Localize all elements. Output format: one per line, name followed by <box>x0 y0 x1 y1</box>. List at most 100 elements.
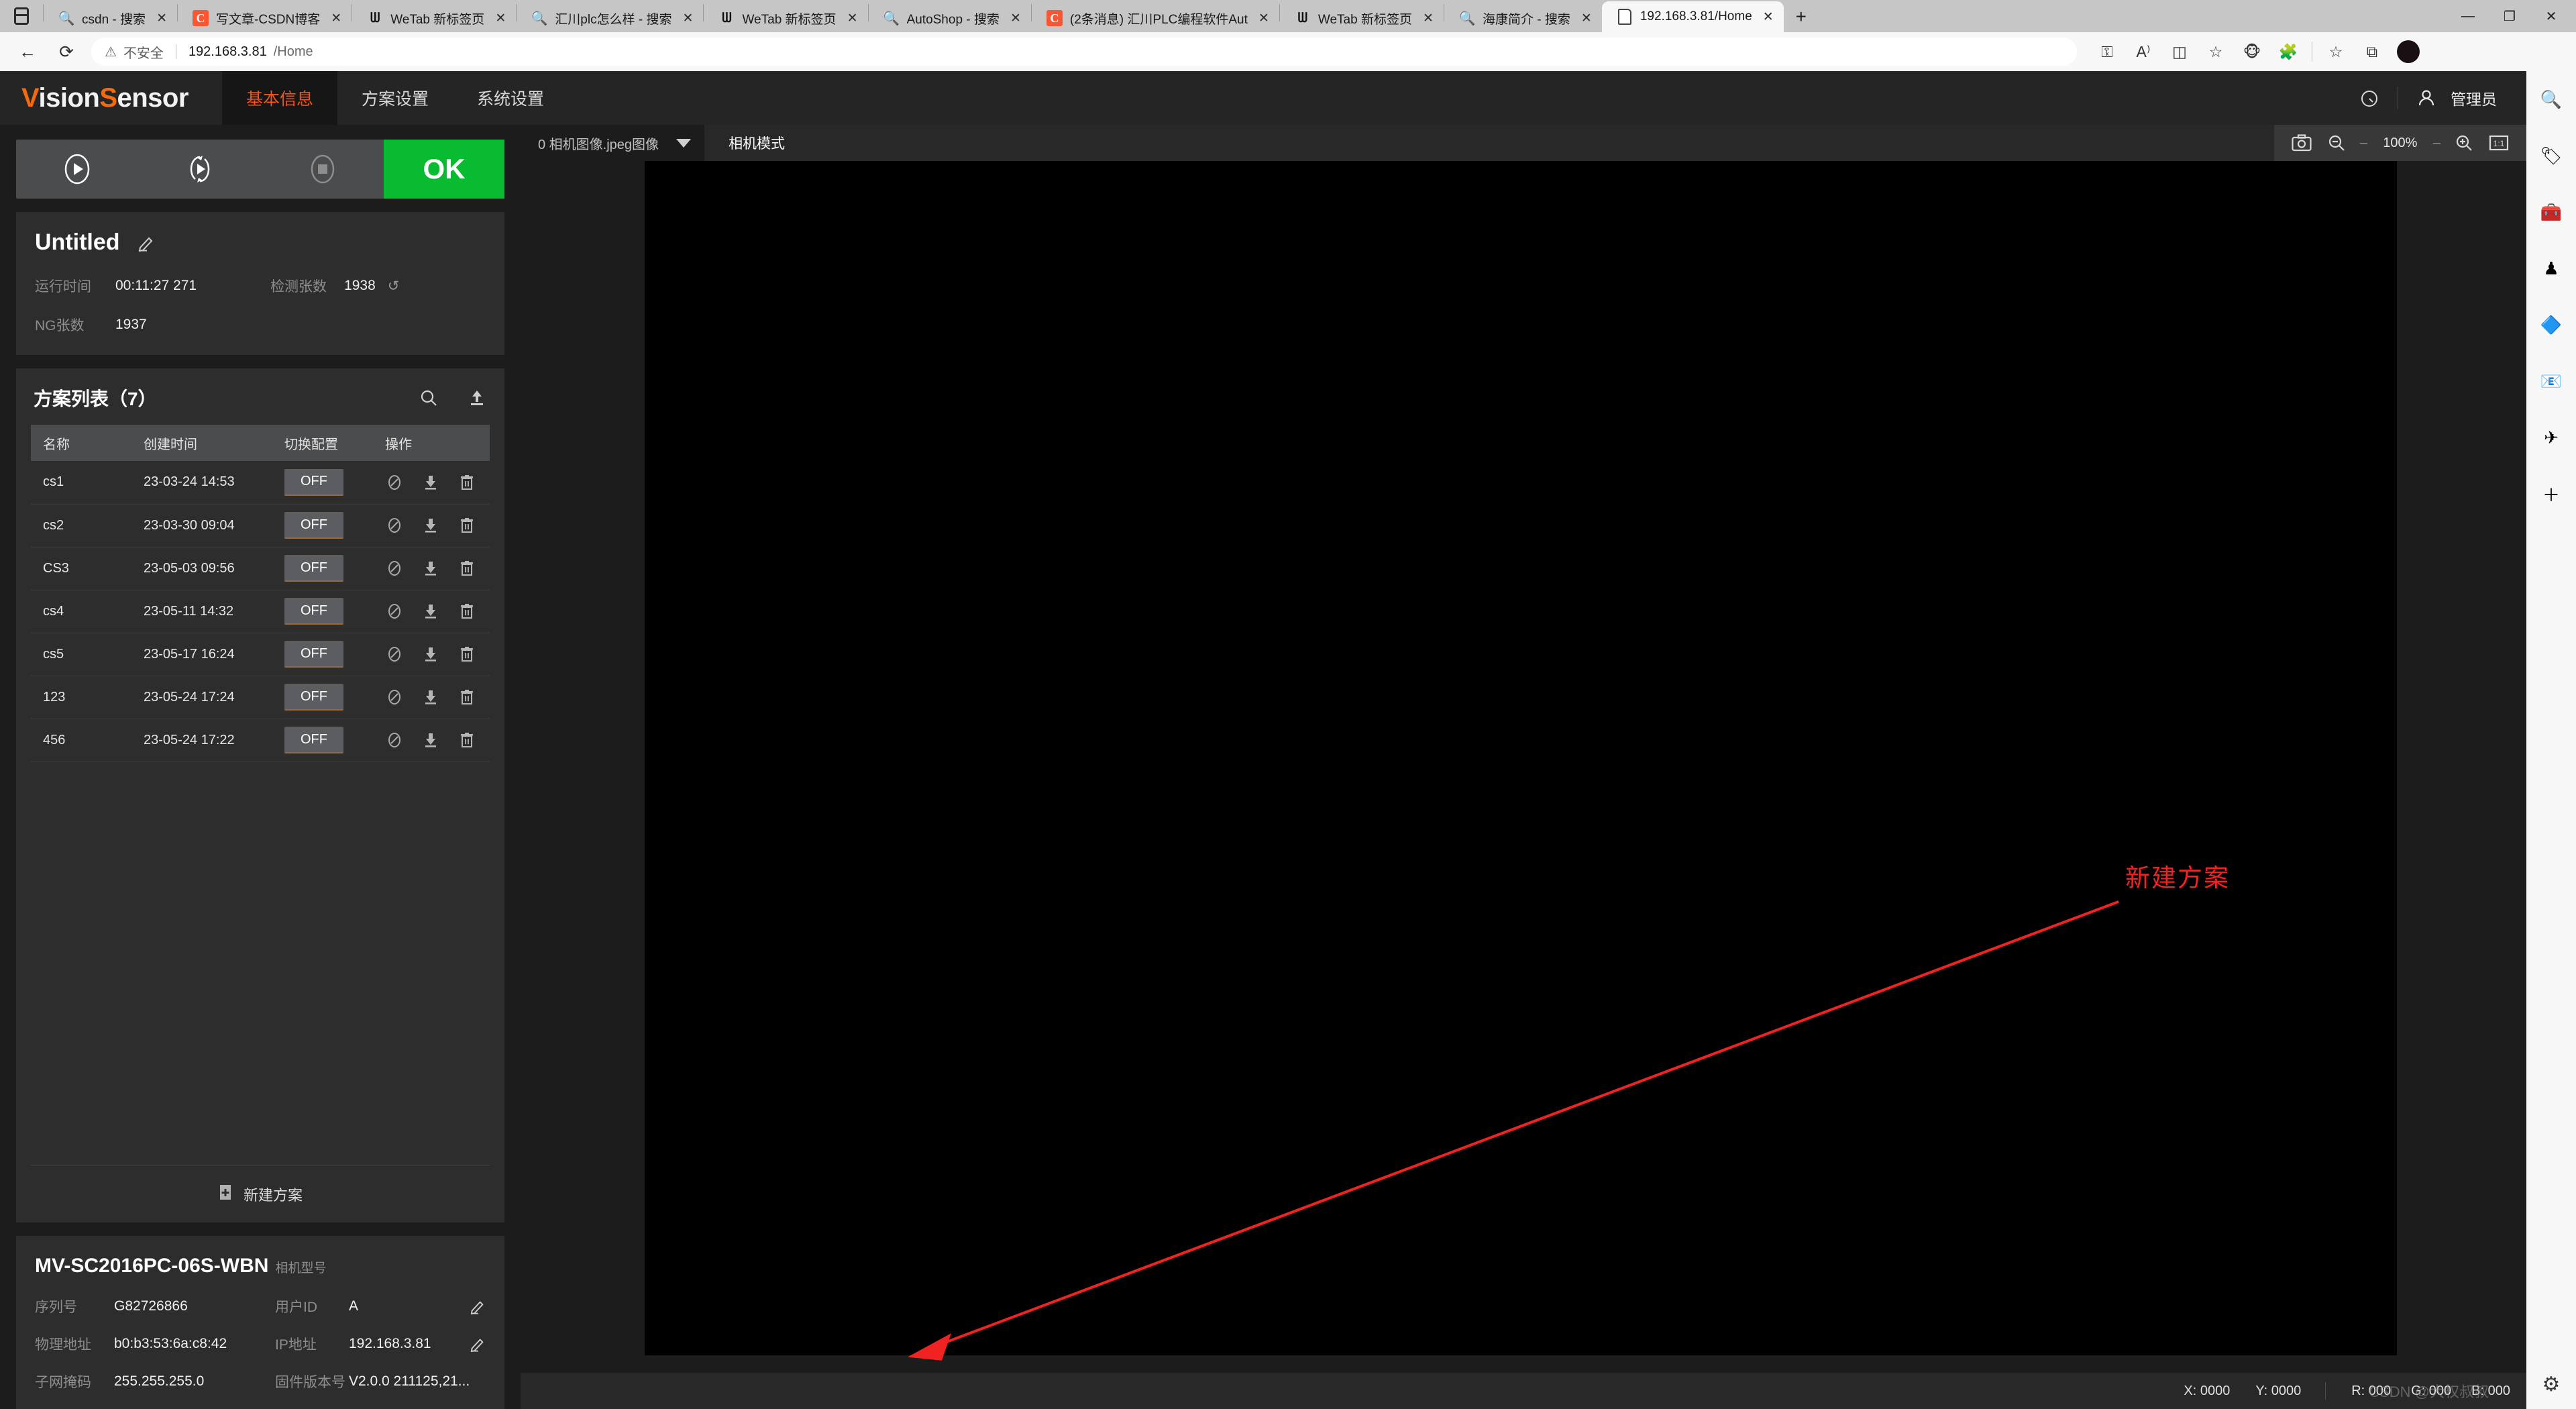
canvas-area[interactable]: 新建方案 <box>521 161 2526 1373</box>
upload-icon[interactable] <box>467 388 487 408</box>
camera-icon[interactable] <box>2290 132 2313 154</box>
browser-tab[interactable]: 🔍 汇川plc怎么样 - 搜索 ✕ <box>517 4 703 32</box>
switch-toggle[interactable]: OFF <box>284 641 343 668</box>
delete-icon[interactable] <box>458 602 476 621</box>
pencil-icon[interactable] <box>138 234 155 252</box>
games-icon[interactable]: ♟ <box>2538 255 2565 282</box>
tab-basic-info[interactable]: 基本信息 <box>221 71 337 125</box>
add-icon[interactable]: ＋ <box>2538 480 2565 507</box>
table-row[interactable]: cs2 23-03-30 09:04 OFF <box>31 504 490 547</box>
download-icon[interactable] <box>421 602 440 621</box>
reload-button[interactable]: ⟳ <box>47 32 86 71</box>
switch-toggle[interactable]: OFF <box>284 727 343 753</box>
table-row[interactable]: cs5 23-05-17 16:24 OFF <box>31 633 490 676</box>
load-icon[interactable] <box>385 645 404 664</box>
close-icon[interactable]: ✕ <box>153 9 170 27</box>
close-icon[interactable]: ✕ <box>1255 9 1273 27</box>
close-icon[interactable]: ✕ <box>1578 9 1595 27</box>
search-icon[interactable] <box>419 388 439 408</box>
delete-icon[interactable] <box>458 645 476 664</box>
triangle-down-icon[interactable] <box>676 138 692 148</box>
table-row[interactable]: cs1 23-03-24 14:53 OFF <box>31 461 490 505</box>
profile-avatar[interactable] <box>2390 34 2426 70</box>
load-icon[interactable] <box>385 559 404 578</box>
load-icon[interactable] <box>385 473 404 492</box>
pencil-icon[interactable] <box>470 1298 486 1315</box>
tools-icon[interactable]: 🧰 <box>2538 199 2565 225</box>
extensions-icon[interactable]: 🧩 <box>2270 34 2306 70</box>
table-row[interactable]: 456 23-05-24 17:22 OFF <box>31 719 490 762</box>
gear-icon[interactable]: ⚙ <box>2526 1359 2576 1409</box>
split-screen-icon[interactable]: ◫ <box>2161 34 2198 70</box>
search-icon[interactable]: 🔍 <box>2538 86 2565 113</box>
zoom-in-icon[interactable] <box>2453 132 2475 154</box>
download-icon[interactable] <box>421 516 440 535</box>
add-favorite-icon[interactable]: ☆ <box>2198 34 2234 70</box>
new-scheme-button[interactable]: 新建方案 <box>31 1165 490 1222</box>
browser-tab[interactable]: ᗯ WeTab 新标签页 ✕ <box>352 4 516 32</box>
close-icon[interactable]: ✕ <box>844 9 861 27</box>
switch-toggle[interactable]: OFF <box>284 684 343 711</box>
browser-tab[interactable]: 🔍 AutoShop - 搜索 ✕ <box>869 4 1031 32</box>
delete-icon[interactable] <box>458 559 476 578</box>
close-icon[interactable]: ✕ <box>1760 8 1777 25</box>
close-icon[interactable]: ✕ <box>679 9 696 27</box>
load-icon[interactable] <box>385 602 404 621</box>
table-row[interactable]: 123 23-05-24 17:24 OFF <box>31 676 490 719</box>
close-icon[interactable]: ✕ <box>327 9 345 27</box>
monkey-extension-icon[interactable]: 🐵 <box>2234 34 2270 70</box>
new-tab-button[interactable]: + <box>1784 3 1819 30</box>
switch-toggle[interactable]: OFF <box>284 512 343 539</box>
stop-button[interactable] <box>261 152 384 186</box>
load-icon[interactable] <box>385 516 404 535</box>
close-icon[interactable]: ✕ <box>1007 9 1024 27</box>
browser-tab[interactable]: ᗯ WeTab 新标签页 ✕ <box>1280 4 1444 32</box>
browser-tab[interactable]: ᗯ WeTab 新标签页 ✕ <box>704 4 867 32</box>
browser-tab-active[interactable]: 192.168.3.81/Home ✕ <box>1601 1 1784 32</box>
download-icon[interactable] <box>421 559 440 578</box>
download-icon[interactable] <box>421 731 440 749</box>
user-menu[interactable]: 管理员 <box>2412 83 2497 113</box>
outlook-icon[interactable]: 📧 <box>2538 368 2565 395</box>
continuous-run-button[interactable] <box>139 152 262 186</box>
delete-icon[interactable] <box>458 688 476 707</box>
download-icon[interactable] <box>421 473 440 492</box>
switch-toggle[interactable]: OFF <box>284 555 343 582</box>
download-icon[interactable] <box>421 645 440 664</box>
switch-toggle[interactable]: OFF <box>284 598 343 625</box>
delete-icon[interactable] <box>458 516 476 535</box>
office-icon[interactable]: 🔷 <box>2538 311 2565 338</box>
switch-toggle[interactable]: OFF <box>284 468 343 496</box>
close-icon[interactable]: ✕ <box>492 9 509 27</box>
tab-system-settings[interactable]: 系统设置 <box>453 71 568 125</box>
back-button[interactable]: ← <box>8 32 47 71</box>
browser-tab[interactable]: C 写文章-CSDN博客 ✕ <box>178 4 352 32</box>
delete-icon[interactable] <box>458 473 476 492</box>
close-window-button[interactable]: ✕ <box>2530 0 2572 32</box>
maximize-button[interactable]: ❐ <box>2489 0 2530 32</box>
reset-icon[interactable]: ↺ <box>388 278 400 295</box>
load-icon[interactable] <box>385 731 404 749</box>
browser-tab[interactable]: C (2条消息) 汇川PLC编程软件Aut ✕ <box>1032 4 1279 32</box>
pencil-icon[interactable] <box>470 1336 486 1353</box>
load-icon[interactable] <box>385 688 404 707</box>
download-icon[interactable] <box>421 688 440 707</box>
zoom-out-icon[interactable] <box>2325 132 2348 154</box>
shopping-tag-icon[interactable]: 🏷 <box>2538 142 2565 169</box>
browser-tab[interactable]: 🔍 csdn - 搜索 ✕ <box>44 4 177 32</box>
address-bar[interactable]: ⚠ 不安全 192.168.3.81/Home <box>91 38 2077 66</box>
one-to-one-icon[interactable]: 1:1 <box>2487 132 2510 154</box>
camera-image[interactable] <box>645 161 2397 1355</box>
delete-icon[interactable] <box>458 731 476 749</box>
browser-tab[interactable]: 🔍 海康简介 - 搜索 ✕ <box>1444 4 1602 32</box>
tab-actions-button[interactable] <box>0 0 43 32</box>
favorites-icon[interactable]: ☆ <box>2318 34 2354 70</box>
single-run-button[interactable] <box>16 152 139 186</box>
close-icon[interactable]: ✕ <box>1419 9 1437 27</box>
telegram-icon[interactable]: ✈ <box>2538 424 2565 451</box>
table-row[interactable]: cs4 23-05-11 14:32 OFF <box>31 590 490 633</box>
table-row[interactable]: CS3 23-05-03 09:56 OFF <box>31 547 490 590</box>
minimize-button[interactable]: — <box>2447 0 2489 32</box>
key-icon[interactable]: ⚿ <box>2089 34 2125 70</box>
tab-scheme-settings[interactable]: 方案设置 <box>337 71 453 125</box>
